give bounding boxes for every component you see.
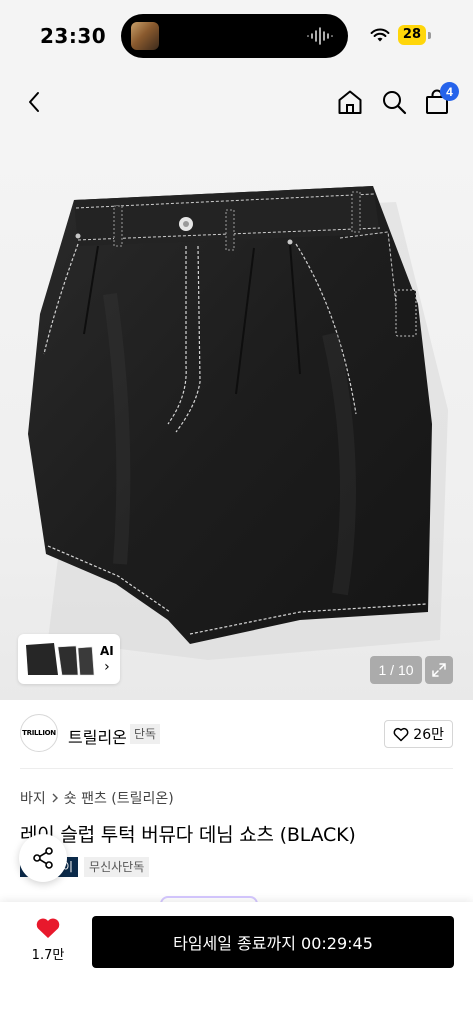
home-icon bbox=[338, 90, 362, 114]
timesale-buy-button[interactable]: 타임세일 종료까지 00:29:45 bbox=[92, 916, 454, 968]
heart-outline-icon bbox=[393, 727, 409, 741]
ai-label-group: AI › bbox=[100, 643, 114, 675]
breadcrumb-item[interactable]: 바지 bbox=[20, 788, 46, 808]
chevron-left-icon bbox=[29, 92, 39, 112]
now-playing-artwork bbox=[131, 22, 159, 50]
battery-cap bbox=[428, 31, 431, 39]
product-title: 레이 슬럽 투턱 버뮤다 데님 쇼츠 (BLACK) bbox=[20, 824, 356, 846]
home-button[interactable] bbox=[334, 84, 366, 120]
bottom-action-bar: 1.7만 타임세일 종료까지 00:29:45 bbox=[0, 902, 473, 1024]
breadcrumb-item[interactable]: 숏 팬츠 (트릴리온) bbox=[64, 788, 174, 808]
cart-count-badge: 4 bbox=[440, 82, 459, 101]
product-image-gallery[interactable]: AI › 1 / 10 bbox=[0, 134, 473, 700]
audio-waveform-icon bbox=[307, 27, 333, 45]
battery-indicator: 28 bbox=[397, 25, 426, 45]
search-button[interactable] bbox=[378, 84, 410, 120]
chevron-right-icon bbox=[52, 793, 58, 803]
status-indicators: 28 bbox=[370, 25, 431, 45]
brand-like-button[interactable]: 26만 bbox=[384, 720, 453, 748]
image-counter: 1 / 10 bbox=[370, 656, 422, 684]
expand-icon bbox=[432, 663, 446, 677]
cart-button[interactable]: 4 bbox=[421, 82, 459, 120]
breadcrumb: 바지 숏 팬츠 (트릴리온) bbox=[20, 788, 174, 808]
product-shorts-image bbox=[28, 186, 448, 660]
product-tag: 무신사단독 bbox=[84, 857, 150, 877]
similar-products-thumbnail bbox=[26, 643, 95, 676]
brand-name-link[interactable]: 트릴리온 bbox=[68, 724, 127, 748]
share-icon bbox=[33, 847, 53, 869]
brand-logo-text: TRILLION bbox=[22, 729, 56, 737]
brand-logo[interactable]: TRILLION bbox=[20, 714, 58, 752]
wifi-icon bbox=[370, 28, 390, 41]
share-button[interactable] bbox=[19, 834, 67, 882]
product-like-button[interactable]: 1.7만 bbox=[22, 916, 74, 963]
product-like-count: 1.7만 bbox=[31, 948, 65, 963]
dynamic-island[interactable] bbox=[121, 14, 348, 58]
back-button[interactable] bbox=[18, 84, 50, 120]
status-bar: 23:30 28 bbox=[0, 0, 473, 70]
ai-label: AI bbox=[100, 644, 114, 658]
section-divider bbox=[20, 768, 453, 769]
expand-image-button[interactable] bbox=[425, 656, 453, 684]
brand-like-count: 26만 bbox=[413, 727, 444, 743]
top-navigation: 4 bbox=[0, 70, 473, 134]
status-clock: 23:30 bbox=[40, 24, 107, 48]
brand-row: TRILLION 트릴리온 단독 26만 bbox=[0, 700, 473, 768]
ai-similar-products-card[interactable]: AI › bbox=[18, 634, 120, 684]
heart-filled-icon bbox=[36, 918, 60, 938]
search-icon bbox=[383, 91, 407, 115]
chevron-right-icon: › bbox=[104, 659, 110, 675]
exclusive-badge: 단독 bbox=[130, 724, 161, 744]
